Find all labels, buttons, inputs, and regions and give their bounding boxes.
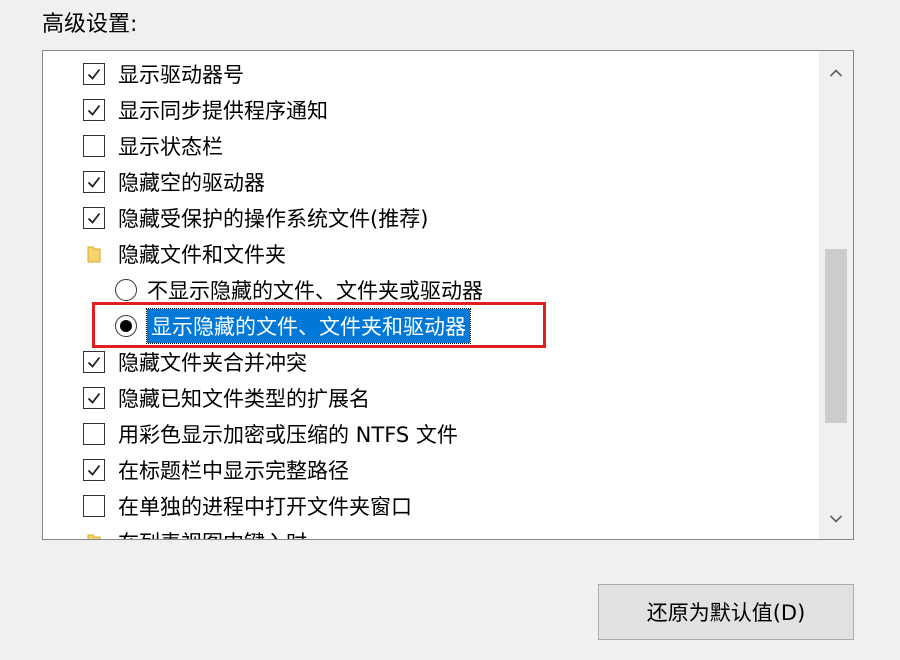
checkbox-unchecked-icon[interactable] bbox=[83, 423, 105, 445]
scroll-up-button[interactable] bbox=[819, 55, 853, 91]
settings-list-content: 显示驱动器号 显示同步提供程序通知 显示状态栏 隐藏空的驱动器 隐藏受保护的操作… bbox=[43, 51, 819, 539]
setting-show-drive-letters[interactable]: 显示驱动器号 bbox=[83, 56, 244, 92]
setting-label: 在标题栏中显示完整路径 bbox=[118, 459, 349, 483]
advanced-settings-list[interactable]: 显示驱动器号 显示同步提供程序通知 显示状态栏 隐藏空的驱动器 隐藏受保护的操作… bbox=[42, 50, 854, 540]
checkbox-checked-icon[interactable] bbox=[83, 351, 105, 373]
setting-label: 显示状态栏 bbox=[118, 135, 223, 159]
setting-label: 用彩色显示加密或压缩的 NTFS 文件 bbox=[118, 423, 458, 447]
option-dont-show-hidden[interactable]: 不显示隐藏的文件、文件夹或驱动器 bbox=[115, 272, 483, 308]
checkbox-checked-icon[interactable] bbox=[83, 63, 105, 85]
vertical-scrollbar[interactable] bbox=[819, 51, 853, 539]
setting-group-label: 在列表视图中键入时 bbox=[118, 527, 307, 539]
radio-selected-icon[interactable] bbox=[115, 315, 137, 337]
checkbox-unchecked-icon[interactable] bbox=[83, 495, 105, 517]
checkbox-checked-icon[interactable] bbox=[83, 99, 105, 121]
setting-label: 隐藏空的驱动器 bbox=[118, 171, 265, 195]
radio-unselected-icon[interactable] bbox=[115, 279, 137, 301]
setting-hide-known-extensions[interactable]: 隐藏已知文件类型的扩展名 bbox=[83, 380, 370, 416]
checkbox-checked-icon[interactable] bbox=[83, 207, 105, 229]
restore-defaults-button[interactable]: 还原为默认值(D) bbox=[598, 584, 854, 640]
setting-label: 隐藏已知文件类型的扩展名 bbox=[118, 387, 370, 411]
checkbox-checked-icon[interactable] bbox=[83, 459, 105, 481]
chevron-up-icon bbox=[829, 69, 843, 77]
checkbox-checked-icon[interactable] bbox=[83, 171, 105, 193]
setting-label: 隐藏受保护的操作系统文件(推荐) bbox=[118, 207, 429, 231]
checkbox-unchecked-icon[interactable] bbox=[83, 135, 105, 157]
setting-label: 显示同步提供程序通知 bbox=[118, 99, 328, 123]
folder-icon bbox=[83, 243, 105, 265]
section-label: 高级设置: bbox=[42, 12, 138, 37]
folder-icon bbox=[83, 531, 105, 539]
setting-label: 在单独的进程中打开文件夹窗口 bbox=[118, 495, 412, 519]
setting-show-sync-notifications[interactable]: 显示同步提供程序通知 bbox=[83, 92, 328, 128]
setting-separate-process[interactable]: 在单独的进程中打开文件夹窗口 bbox=[83, 488, 412, 524]
setting-label: 显示驱动器号 bbox=[118, 63, 244, 87]
option-label-selected: 显示隐藏的文件、文件夹和驱动器 bbox=[146, 308, 471, 344]
setting-show-status-bar[interactable]: 显示状态栏 bbox=[83, 128, 223, 164]
chevron-down-icon bbox=[829, 515, 843, 523]
setting-full-path-title-bar[interactable]: 在标题栏中显示完整路径 bbox=[83, 452, 349, 488]
setting-color-encrypted-ntfs[interactable]: 用彩色显示加密或压缩的 NTFS 文件 bbox=[83, 416, 458, 452]
scroll-down-button[interactable] bbox=[819, 501, 853, 537]
setting-hide-protected-os-files[interactable]: 隐藏受保护的操作系统文件(推荐) bbox=[83, 200, 428, 236]
setting-hide-empty-drives[interactable]: 隐藏空的驱动器 bbox=[83, 164, 265, 200]
setting-hide-folder-merge-conflicts[interactable]: 隐藏文件夹合并冲突 bbox=[83, 344, 307, 380]
checkbox-checked-icon[interactable] bbox=[83, 387, 105, 409]
option-label: 不显示隐藏的文件、文件夹或驱动器 bbox=[147, 279, 483, 303]
scroll-thumb[interactable] bbox=[825, 249, 847, 423]
option-show-hidden[interactable]: 显示隐藏的文件、文件夹和驱动器 bbox=[115, 308, 471, 344]
setting-label: 隐藏文件夹合并冲突 bbox=[118, 351, 307, 375]
setting-group-typing-in-list: 在列表视图中键入时 bbox=[83, 524, 307, 539]
setting-group-label: 隐藏文件和文件夹 bbox=[118, 243, 286, 267]
setting-group-hidden-files: 隐藏文件和文件夹 bbox=[83, 236, 286, 272]
